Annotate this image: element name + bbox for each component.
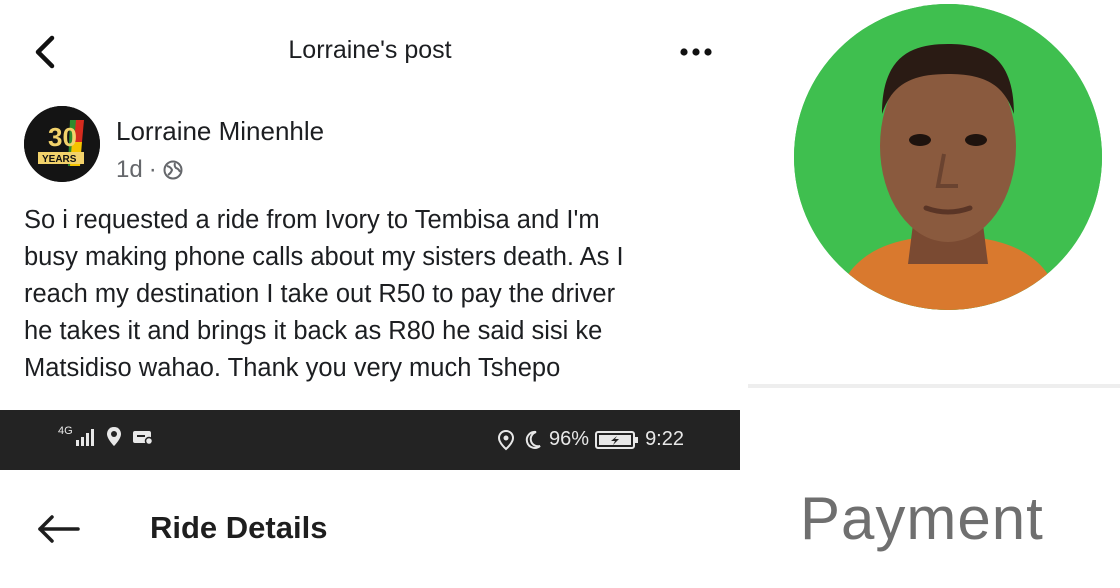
driver-photo-image (794, 4, 1102, 310)
globe-icon (163, 160, 183, 180)
status-left-group: 4G (58, 425, 155, 448)
payment-heading: Payment (800, 485, 1044, 552)
clock: 9:22 (645, 428, 684, 450)
post-meta: 1d · (116, 156, 183, 184)
battery-percent: 96% (549, 428, 590, 450)
status-right-group: 96% 9:22 (495, 428, 684, 451)
driver-profile-photo (794, 4, 1102, 310)
logo-number: 30 (48, 122, 77, 152)
location-pin-icon (106, 427, 121, 446)
signal-bars-icon (75, 429, 94, 446)
page-title: Lorraine's post (288, 36, 452, 64)
battery-icon (595, 430, 639, 449)
post-time[interactable]: 1d (116, 156, 143, 184)
ride-details-header: Ride Details (0, 470, 740, 588)
arrow-left-icon[interactable] (36, 514, 82, 544)
location-icon (498, 429, 515, 450)
post-body-line: Matsidiso wahao. Thank you very much Tsh… (24, 354, 561, 382)
avatar[interactable]: 30 YEARS (24, 106, 100, 182)
network-type: 4G (58, 425, 73, 437)
logo-text: YEARS (42, 154, 77, 165)
section-divider (748, 384, 1120, 388)
more-dots-icon[interactable] (676, 40, 716, 64)
notification-icon (132, 431, 153, 446)
meta-separator: · (148, 156, 157, 183)
anniversary-logo-icon: 30 YEARS (24, 106, 100, 182)
facebook-post-panel: Lorraine's post 30 YEARS Lorraine Minenh… (0, 0, 740, 410)
post-body-line: reach my destination I take out R50 to p… (24, 280, 616, 308)
post-body: So i requested a ride from Ivory to Temb… (24, 202, 734, 387)
phone-status-bar: 4G 96% 9:22 (0, 410, 740, 470)
author-name[interactable]: Lorraine Minenhle (116, 116, 324, 147)
post-body-line: So i requested a ride from Ivory to Temb… (24, 206, 600, 234)
post-body-line: he takes it and brings it back as R80 he… (24, 317, 603, 345)
ride-details-title: Ride Details (150, 510, 328, 545)
post-body-line: busy making phone calls about my sisters… (24, 243, 624, 271)
driver-profile-panel: Payment (748, 0, 1120, 588)
do-not-disturb-moon-icon (525, 430, 541, 449)
